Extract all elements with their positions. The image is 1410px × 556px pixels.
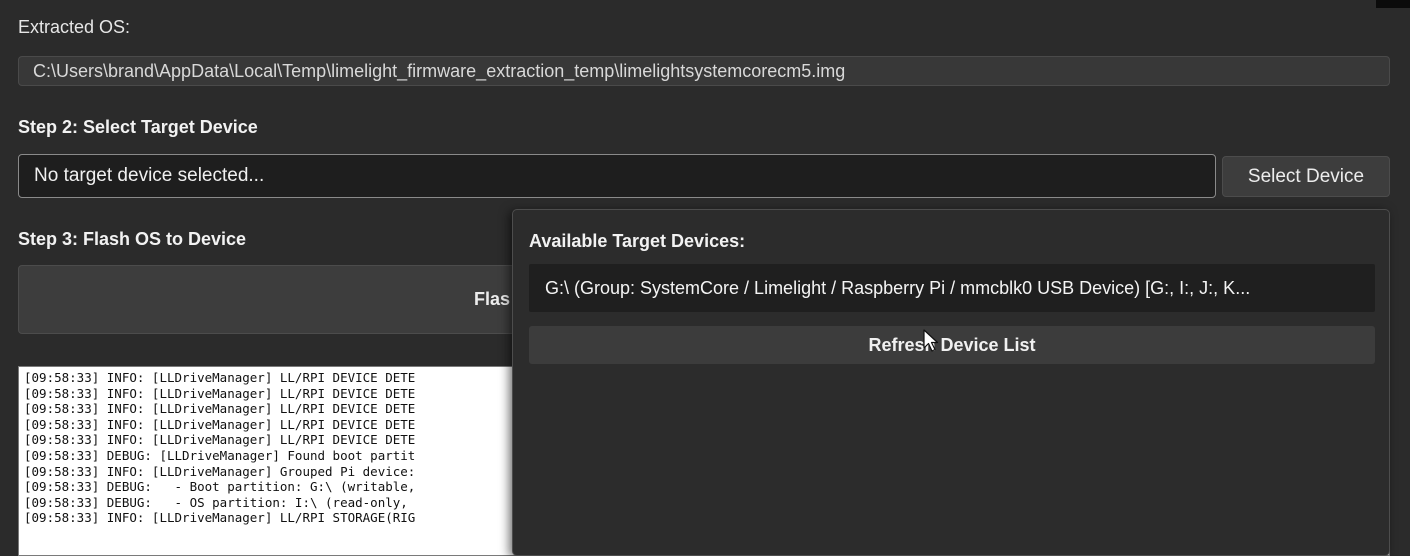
refresh-device-list-button[interactable]: Refresh Device List bbox=[529, 326, 1375, 364]
select-device-button[interactable]: Select Device bbox=[1222, 156, 1390, 197]
step3-title: Step 3: Flash OS to Device bbox=[18, 229, 247, 249]
popup-title: Available Target Devices: bbox=[529, 231, 746, 251]
extracted-os-path-field[interactable]: C:\Users\brand\AppData\Local\Temp\limeli… bbox=[18, 56, 1390, 86]
mouse-pointer-icon bbox=[923, 329, 939, 352]
device-popup: Available Target Devices: G:\ (Group: Sy… bbox=[512, 209, 1390, 556]
extracted-os-label: Extracted OS: bbox=[18, 17, 131, 37]
device-list-item[interactable]: G:\ (Group: SystemCore / Limelight / Ras… bbox=[529, 264, 1375, 312]
step2-title: Step 2: Select Target Device bbox=[18, 117, 258, 137]
window-corner bbox=[1376, 0, 1410, 8]
target-device-field[interactable]: No target device selected... bbox=[18, 154, 1216, 198]
flasher-window: Extracted OS: C:\Users\brand\AppData\Loc… bbox=[0, 0, 1410, 556]
flash-button-label: Flas bbox=[474, 289, 511, 309]
